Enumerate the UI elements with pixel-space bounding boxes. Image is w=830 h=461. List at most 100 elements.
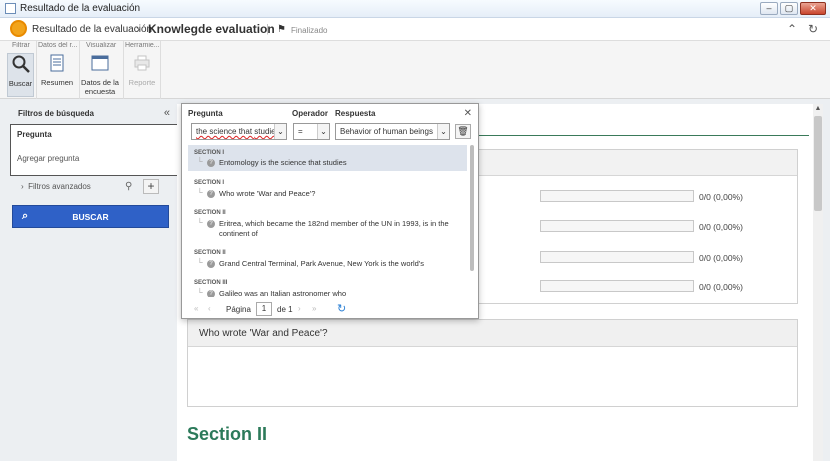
resumen-label: Resumen <box>41 78 74 87</box>
pregunta-select[interactable]: the science that studies ⌄ <box>191 123 287 140</box>
clear-filters-icon[interactable]: ⚲ <box>125 181 132 192</box>
tree-branch-icon: └ <box>197 288 203 297</box>
collapse-icon[interactable]: ⌃ <box>787 22 797 36</box>
status-label: Finalizado <box>291 26 328 35</box>
pregunta-value: the science that <box>196 127 255 136</box>
printer-icon <box>134 55 150 71</box>
page-total: de 1 <box>277 305 293 314</box>
respuesta-value: Behavior of human beings <box>340 127 433 136</box>
minimize-button[interactable]: – <box>760 2 778 15</box>
resumen-button[interactable]: Resumen <box>41 53 73 87</box>
col-respuesta-header: Respuesta <box>335 109 376 118</box>
datos-encuesta-label-2: encuesta <box>84 87 116 96</box>
chevron-down-icon[interactable]: ⌄ <box>317 124 329 139</box>
first-page-icon[interactable]: « <box>194 304 198 313</box>
scroll-up-icon[interactable]: ▲ <box>813 105 823 112</box>
window-titlebar: Resultado de la evaluación – ▢ ✕ <box>0 0 830 18</box>
document-icon <box>50 54 64 72</box>
question-2-title: Who wrote 'War and Peace'? <box>199 328 328 339</box>
list-item[interactable]: SECTION I └ ? Entomology is the science … <box>188 145 467 171</box>
buscar-button-label: BUSCAR <box>72 212 109 222</box>
ribbon-toolbar: Filtrar Datos del r... Visualizar Herram… <box>0 41 830 99</box>
breadcrumb-parent[interactable]: Resultado de la evaluación <box>32 24 152 35</box>
search-filters-panel: Filtros de búsqueda « Pregunta Agregar p… <box>9 104 180 244</box>
next-page-icon[interactable]: › <box>298 304 301 313</box>
list-item-text: Eritrea, which became the 182nd member o… <box>219 219 449 238</box>
refresh-icon[interactable]: ↻ <box>337 302 346 315</box>
datos-encuesta-button[interactable]: Datos de la encuesta <box>81 53 119 96</box>
tree-branch-icon: └ <box>197 218 203 227</box>
list-item-text: Grand Central Terminal, Park Avenue, New… <box>219 259 425 268</box>
list-item-section: SECTION I <box>194 150 225 156</box>
question-icon: ? <box>207 220 215 228</box>
content-scrollbar[interactable]: ▲ <box>813 104 823 461</box>
col-operador-header: Operador <box>292 109 329 118</box>
datos-encuesta-label-1: Datos de la <box>81 78 119 87</box>
group-label-herramientas: Herramie... <box>125 42 160 49</box>
respuesta-select[interactable]: Behavior of human beings ⌄ <box>335 123 450 140</box>
checkered-flag-icon: ⚑ <box>277 24 286 35</box>
filters-title: Filtros de búsqueda <box>18 109 95 118</box>
reporte-button[interactable]: Reporte <box>127 53 157 87</box>
page-number-input[interactable]: 1 <box>256 302 272 316</box>
question-icon: ? <box>207 159 215 167</box>
buscar-toolbar-button[interactable]: Buscar <box>7 53 34 97</box>
close-window-button[interactable]: ✕ <box>800 2 826 15</box>
result-bar <box>540 220 694 232</box>
chevron-down-icon[interactable]: ⌄ <box>274 124 286 139</box>
list-item-section: SECTION II <box>194 250 226 256</box>
advanced-filters-label: Filtros avanzados <box>28 182 91 191</box>
operador-value: = <box>298 127 303 136</box>
list-item[interactable]: SECTION I └ ? Who wrote 'War and Peace'? <box>188 175 467 201</box>
group-label-visualizar: Visualizar <box>86 42 117 49</box>
close-popup-icon[interactable]: ✕ <box>464 108 472 119</box>
list-item-section: SECTION II <box>194 210 226 216</box>
reporte-label: Reporte <box>128 78 156 87</box>
search-icon <box>12 55 30 73</box>
page-title: Knowlegde evaluation <box>148 22 275 36</box>
pagination: « ‹ Página 1 de 1 › » ↻ <box>188 302 468 318</box>
advanced-filters-toggle[interactable]: › Filtros avanzados <box>21 182 91 191</box>
header-divider: | <box>266 23 269 35</box>
chevron-down-icon[interactable]: ⌄ <box>437 124 449 139</box>
form-window-icon <box>91 55 109 71</box>
collapse-left-icon[interactable]: « <box>164 107 170 119</box>
pregunta-label: Pregunta <box>17 130 52 139</box>
result-bar <box>540 190 694 202</box>
list-item-text: Who wrote 'War and Peace'? <box>219 189 316 198</box>
trash-icon[interactable]: 🗑 <box>455 124 471 139</box>
question-card-2: Who wrote 'War and Peace'? <box>187 319 798 407</box>
result-value: 0/0 (0,00%) <box>699 222 743 232</box>
list-item[interactable]: SECTION II └ ? Eritrea, which became the… <box>188 205 467 243</box>
col-pregunta-header: Pregunta <box>188 109 223 118</box>
question-icon: ? <box>207 190 215 198</box>
page-label: Página <box>226 305 251 314</box>
app-logo <box>10 20 27 37</box>
refresh-icon[interactable]: ↻ <box>808 22 818 36</box>
add-filter-button[interactable]: + <box>143 179 159 194</box>
operador-select[interactable]: = ⌄ <box>293 123 330 140</box>
result-bar <box>540 251 694 263</box>
group-label-datos: Datos del r... <box>38 42 78 49</box>
list-item[interactable]: SECTION III └ ? Galileo was an Italian a… <box>188 275 467 297</box>
app-icon <box>5 3 16 14</box>
add-question-link[interactable]: Agregar pregunta <box>17 154 79 163</box>
maximize-button[interactable]: ▢ <box>780 2 798 15</box>
question-icon: ? <box>207 260 215 268</box>
buscar-button[interactable]: ⌕ BUSCAR <box>12 205 169 228</box>
last-page-icon[interactable]: » <box>312 304 316 313</box>
list-item-text: Galileo was an Italian astronomer who <box>219 289 347 297</box>
list-scrollbar[interactable] <box>470 145 474 271</box>
question-filter-popup: Pregunta Operador Respuesta ✕ the scienc… <box>181 103 479 319</box>
result-bar <box>540 280 694 292</box>
window-title: Resultado de la evaluación <box>20 3 141 14</box>
tree-branch-icon: └ <box>197 258 203 267</box>
question-icon: ? <box>207 290 215 297</box>
question-list[interactable]: SECTION I └ ? Entomology is the science … <box>188 145 467 297</box>
scroll-thumb[interactable] <box>814 116 822 211</box>
list-item[interactable]: SECTION II └ ? Grand Central Terminal, P… <box>188 245 467 271</box>
prev-page-icon[interactable]: ‹ <box>208 304 211 313</box>
list-item-text: Entomology is the science that studies <box>219 158 347 167</box>
question-filter-box[interactable]: Pregunta Agregar pregunta <box>10 124 180 176</box>
list-item-section: SECTION I <box>194 180 225 186</box>
